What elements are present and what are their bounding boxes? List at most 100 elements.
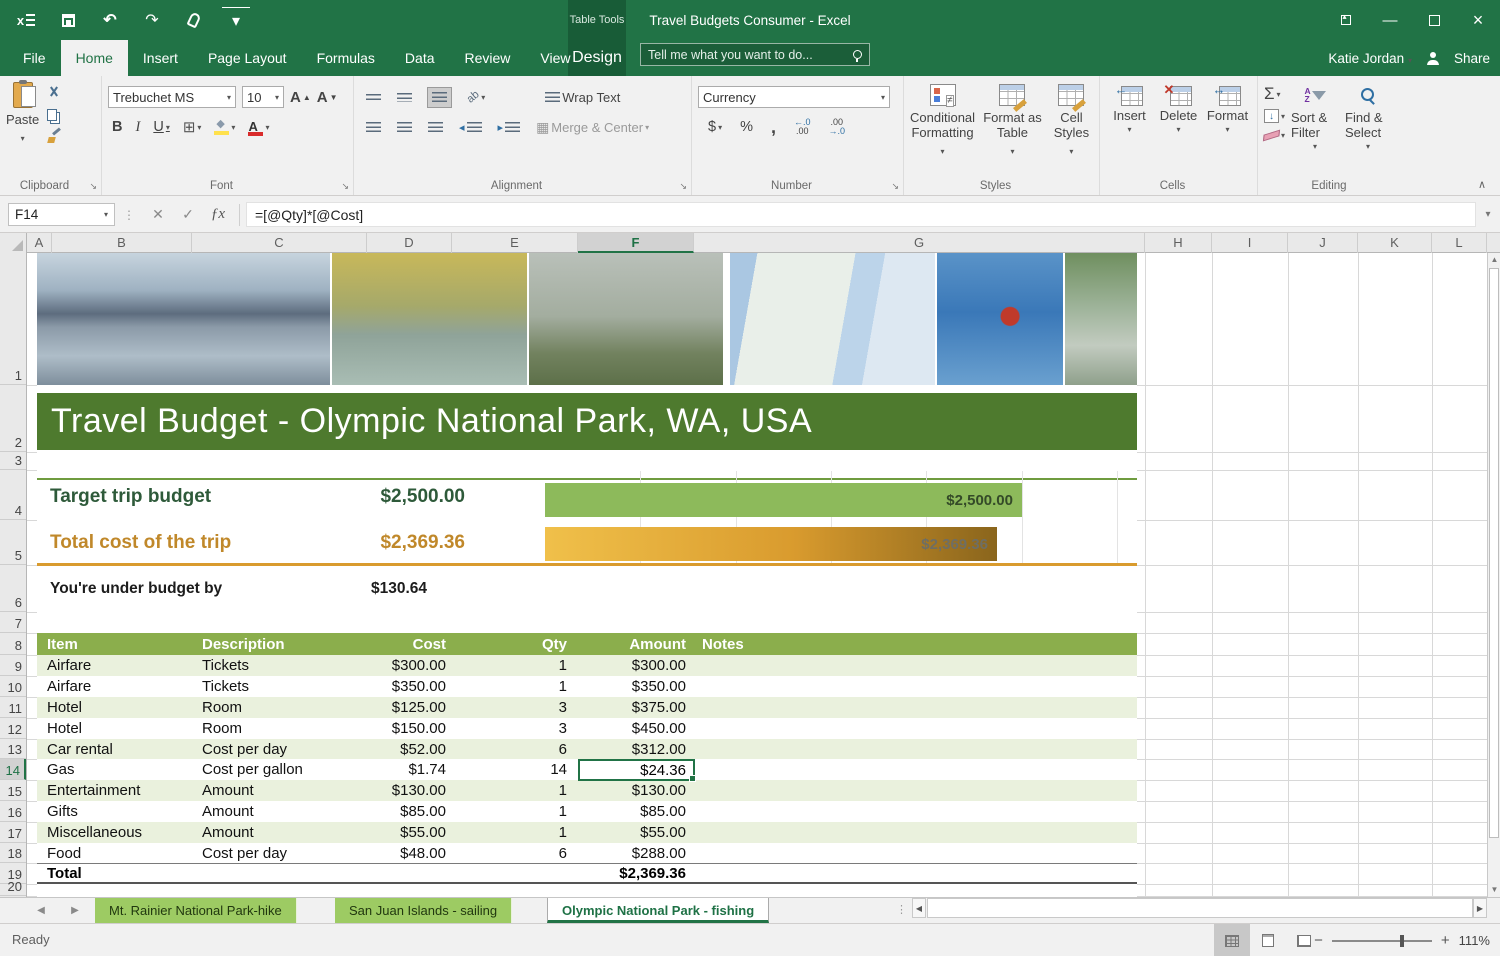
cell-item[interactable]: Gifts (37, 801, 192, 822)
paste-button[interactable]: Paste▾ (6, 82, 39, 146)
cell-amount[interactable]: $350.00 (578, 676, 694, 697)
cell-cost[interactable]: $125.00 (367, 697, 452, 718)
cell-amount[interactable]: $300.00 (578, 655, 694, 676)
row-header-4[interactable]: 4 (0, 470, 26, 520)
column-header-D[interactable]: D (367, 233, 452, 253)
cell-item[interactable]: Airfare (37, 655, 192, 676)
copy-button[interactable] (47, 109, 57, 121)
collapse-ribbon-button[interactable]: ∧ (1478, 178, 1486, 191)
cell-description[interactable]: Tickets (192, 655, 367, 676)
merge-center-button[interactable]: ▦ Merge & Center▾ (536, 119, 649, 136)
clipboard-dialog-launcher[interactable]: ↘ (89, 181, 97, 192)
tab-insert[interactable]: Insert (128, 40, 193, 76)
formula-input[interactable]: =[@Qty]*[@Cost] (246, 202, 1476, 227)
cell-cost[interactable]: $48.00 (367, 843, 452, 863)
alignment-dialog-launcher[interactable]: ↘ (679, 181, 687, 192)
column-header-L[interactable]: L (1432, 233, 1487, 253)
cell-qty[interactable]: 14 (452, 759, 578, 780)
underline-button[interactable]: U ▾ (153, 119, 170, 135)
table-row-gifts[interactable]: GiftsAmount$85.001$85.00 (37, 801, 1137, 822)
cell-description[interactable]: Amount (192, 822, 367, 843)
restore-button[interactable] (1412, 0, 1456, 40)
selected-cell-F14[interactable]: $24.36 (578, 759, 695, 781)
cell-description[interactable]: Amount (192, 780, 367, 801)
horizontal-scroll-thumb[interactable] (927, 898, 1473, 918)
align-center-button[interactable] (397, 122, 412, 133)
enter-formula-button[interactable]: ✓ (173, 206, 203, 223)
minimize-button[interactable]: — (1368, 0, 1412, 40)
cell-item[interactable]: Gas (37, 759, 192, 780)
decrease-indent-button[interactable]: ◂ (459, 121, 482, 134)
cell-description[interactable]: Cost per gallon (192, 759, 367, 780)
row-header-8[interactable]: 8 (0, 633, 26, 655)
cell-description[interactable]: Cost per day (192, 843, 367, 863)
table-row-hotel[interactable]: HotelRoom$125.003$375.00 (37, 697, 1137, 718)
row-header-3[interactable]: 3 (0, 452, 26, 470)
increase-font-size-button[interactable]: A▲ (290, 89, 311, 106)
tab-splitter[interactable]: ⋮ (896, 903, 907, 916)
tab-home[interactable]: Home (61, 40, 128, 76)
cell-qty[interactable]: 6 (452, 739, 578, 759)
column-header-H[interactable]: H (1145, 233, 1212, 253)
font-size-combo[interactable]: 10▾ (242, 86, 284, 108)
column-header-G[interactable]: G (694, 233, 1145, 253)
delete-cells-button[interactable]: ✕ Delete▾ (1155, 84, 1202, 134)
touch-mouse-mode-button[interactable] (180, 7, 208, 33)
tell-me-box[interactable]: Tell me what you want to do... (640, 43, 870, 66)
cell-amount[interactable]: $130.00 (578, 780, 694, 801)
format-painter-button[interactable] (47, 130, 61, 144)
row-header-13[interactable]: 13 (0, 739, 26, 759)
row-header-15[interactable]: 15 (0, 780, 26, 801)
cell-qty[interactable]: 1 (452, 676, 578, 697)
italic-button[interactable]: I (135, 119, 140, 136)
cell-cost[interactable]: $150.00 (367, 718, 452, 739)
cell-description[interactable]: Tickets (192, 676, 367, 697)
row-header-1[interactable]: 1 (0, 253, 26, 385)
cell-qty[interactable]: 3 (452, 697, 578, 718)
fill-button[interactable]: ↓▾ (1264, 109, 1285, 123)
insert-function-button[interactable]: ƒx (203, 206, 233, 223)
cell-description[interactable]: Room (192, 697, 367, 718)
increase-decimal-button[interactable]: ←.0.00 (794, 118, 811, 136)
insert-cells-button[interactable]: ← Insert▾ (1106, 84, 1153, 134)
cell-cost[interactable]: $1.74 (367, 759, 452, 780)
cell-item[interactable]: Airfare (37, 676, 192, 697)
font-dialog-launcher[interactable]: ↘ (341, 181, 349, 192)
zoom-slider-thumb[interactable] (1400, 935, 1404, 947)
cell-styles-button[interactable]: Cell Styles▾ (1050, 84, 1093, 159)
hscroll-left-arrow[interactable]: ◀ (912, 898, 926, 918)
borders-button[interactable]: ⊞▾ (183, 118, 202, 136)
table-header-cost[interactable]: Cost (367, 633, 452, 655)
tab-design[interactable]: Design (568, 40, 626, 76)
cell-qty[interactable]: 1 (452, 801, 578, 822)
increase-indent-button[interactable]: ▸ (498, 121, 521, 134)
column-header-B[interactable]: B (52, 233, 192, 253)
customize-qat-dropdown[interactable]: ▾ (222, 7, 250, 33)
cell-qty[interactable]: 1 (452, 822, 578, 843)
row-header-18[interactable]: 18 (0, 843, 26, 863)
clear-button[interactable]: ▾ (1264, 131, 1285, 140)
cell-cost[interactable]: $350.00 (367, 676, 452, 697)
align-right-button[interactable] (428, 122, 443, 133)
zoom-in-button[interactable]: + (1441, 932, 1450, 949)
redo-button[interactable]: ↷ (138, 7, 166, 33)
row-header-5[interactable]: 5 (0, 520, 26, 565)
share-button[interactable]: Share (1454, 51, 1490, 66)
name-box[interactable]: F14▾ (8, 203, 115, 226)
ribbon-display-options-button[interactable] (1324, 0, 1368, 40)
column-header-J[interactable]: J (1288, 233, 1358, 253)
sheet-tab-mt-rainier-national-park-hike[interactable]: Mt. Rainier National Park-hike (95, 898, 297, 923)
align-left-button[interactable] (366, 122, 381, 133)
normal-view-button[interactable] (1214, 924, 1250, 956)
cell-amount[interactable]: $288.00 (578, 843, 694, 863)
cell-description[interactable]: Cost per day (192, 739, 367, 759)
table-row-hotel[interactable]: HotelRoom$150.003$450.00 (37, 718, 1137, 739)
orientation-button[interactable]: ab▾ (467, 91, 485, 103)
format-cells-button[interactable]: ↔ Format▾ (1204, 84, 1251, 134)
row-header-7[interactable]: 7 (0, 612, 26, 633)
cell-item[interactable]: Car rental (37, 739, 192, 759)
sort-filter-button[interactable]: AZ Sort & Filter▾ (1291, 82, 1339, 151)
cell-item[interactable]: Entertainment (37, 780, 192, 801)
hscroll-right-arrow[interactable]: ▶ (1473, 898, 1487, 918)
cell-item[interactable]: Miscellaneous (37, 822, 192, 843)
